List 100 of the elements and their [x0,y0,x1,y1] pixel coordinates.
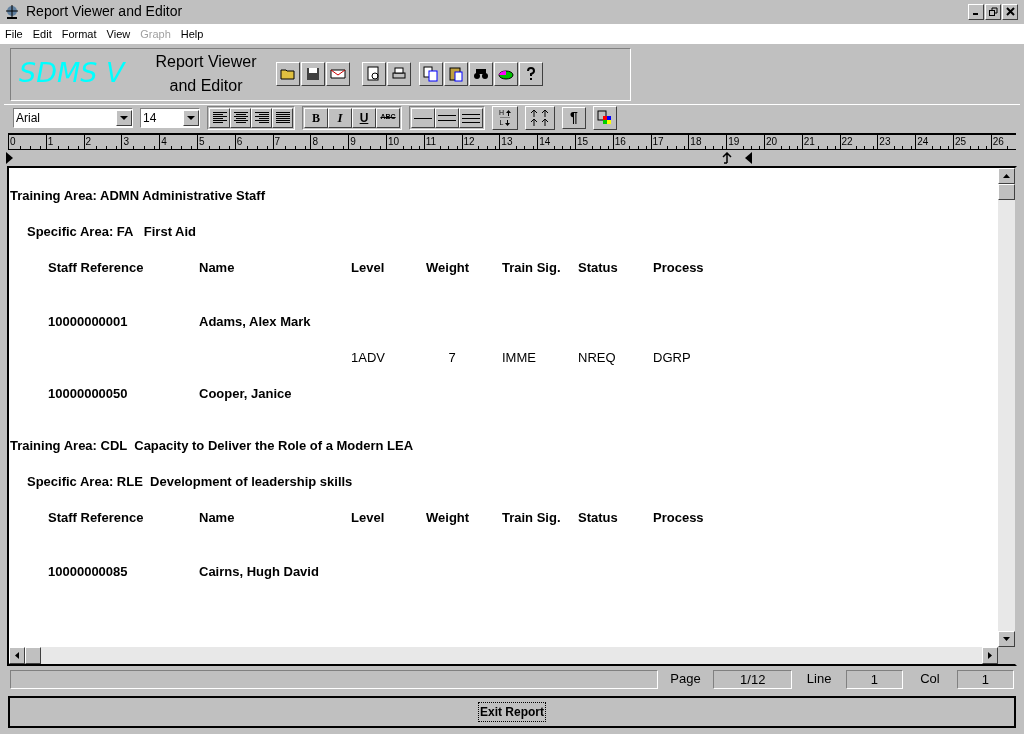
ruler-number: 2 [83,135,92,150]
scroll-thumb[interactable] [998,184,1015,201]
menu-item[interactable]: View [106,25,131,43]
column-header: Status [578,259,618,275]
save-button[interactable] [301,62,325,87]
minimize-button[interactable] [968,3,984,20]
ruler-number: 13 [499,135,513,150]
style-button[interactable]: B [304,107,328,128]
align-button[interactable] [251,107,272,128]
lines-icon [438,112,456,123]
paste-icon [448,66,464,83]
right-indent-marker-icon [745,152,752,165]
app-icon [4,3,20,20]
pie-chart-button[interactable] [494,62,518,87]
staff-reference: 10000000001 [48,313,128,329]
staff-name: Adams, Alex Mark [199,313,311,329]
preview-button[interactable] [362,62,386,87]
ruler-number: 20 [763,135,778,150]
lines-icon [462,112,480,123]
scrollbar-corner [998,647,1015,665]
envelope-button[interactable] [326,62,350,87]
ruler-number: 12 [461,135,475,150]
dropdown-arrow-icon [120,115,128,120]
dropdown-arrow-icon [187,115,195,120]
ruler-number: 16 [612,135,626,150]
menu-item[interactable]: Help [180,25,204,43]
align-button[interactable] [272,107,293,128]
align-button[interactable] [209,107,230,128]
column-header: Status [578,509,618,525]
save-icon [305,66,321,83]
line-spacing-button[interactable] [435,107,459,128]
paste-button[interactable] [444,62,468,87]
help-button[interactable] [519,62,543,87]
horizontal-scrollbar[interactable] [9,647,998,665]
column-header: Weight [426,509,470,525]
close-icon [1005,7,1015,17]
restore-button[interactable] [985,3,1001,20]
column-header: Process [653,509,704,525]
color-button[interactable] [593,105,617,130]
ruler-number: 18 [688,135,702,150]
ruler-number: 23 [877,135,891,150]
ruler-number: 22 [839,135,853,150]
ruler-number: 21 [801,135,815,150]
ruler-number: 8 [310,135,318,150]
ruler-number: 26 [990,135,1004,150]
line-spacing-button[interactable] [411,107,435,128]
ruler-number: 25 [952,135,967,150]
scroll-thumb[interactable] [25,647,41,665]
menu-item[interactable]: File [5,25,23,43]
staff-reference: 10000000050 [48,385,128,401]
close-button[interactable] [1002,3,1018,20]
weight-value: 7 [448,348,456,367]
ruler-number: 5 [197,135,205,150]
align-icon [275,111,290,124]
line-field: 1 [845,669,904,689]
ruler-number: 14 [537,135,551,150]
training-area-heading: Training Area: ADMN Administrative Staff [10,186,265,205]
vertical-scrollbar[interactable] [998,168,1015,648]
paragraph-button[interactable]: ¶ [562,106,586,129]
font-size-dropdown[interactable]: 14 [140,107,200,128]
ruler-number: 7 [272,135,281,150]
scroll-up-icon [1003,174,1010,179]
color-icon [597,109,613,126]
style-button[interactable]: U [352,107,376,128]
left-indent-marker-icon [6,152,13,165]
window-title: Report Viewer and Editor [26,2,184,22]
column-header: Train Sig. [502,259,561,275]
specific-area-heading: Specific Area: RLE Development of leadership skills [27,472,353,491]
ruler-number: 6 [234,135,243,150]
copy-icon [423,66,439,83]
column-header: Process [653,259,704,275]
ruler-number: 3 [121,135,129,150]
preview-icon [366,66,382,83]
column-header: Train Sig. [502,509,561,525]
align-button[interactable] [230,107,251,128]
open-folder-button[interactable] [276,62,300,87]
menu-item[interactable]: Format [61,25,97,43]
print-button[interactable] [387,62,411,87]
column-header: Level [351,259,385,275]
banner-title: Report Viewer [155,52,257,73]
staff-name: Cairns, Hugh David [199,563,319,579]
font-dropdown[interactable]: Arial [13,107,133,128]
process-value: DGRP [653,349,691,365]
ruler-number: 4 [159,135,167,150]
spacing-button[interactable] [525,105,555,130]
scroll-right-icon [988,652,992,660]
align-icon [254,111,269,124]
style-button[interactable]: I [328,107,352,128]
col-field: 1 [956,669,1014,689]
exit-report-button[interactable]: Exit Report [8,696,1016,728]
restore-icon [988,7,998,17]
line-spacing-button[interactable] [459,107,483,128]
binoculars-button[interactable] [469,62,493,87]
column-header: Name [199,259,235,275]
ruler-number: 9 [348,135,356,150]
banner-title: and Editor [169,76,243,97]
menu-item[interactable]: Edit [32,25,52,43]
ruler-number: 11 [423,135,437,150]
ruler-number: 17 [650,135,664,150]
copy-button[interactable] [419,62,443,87]
